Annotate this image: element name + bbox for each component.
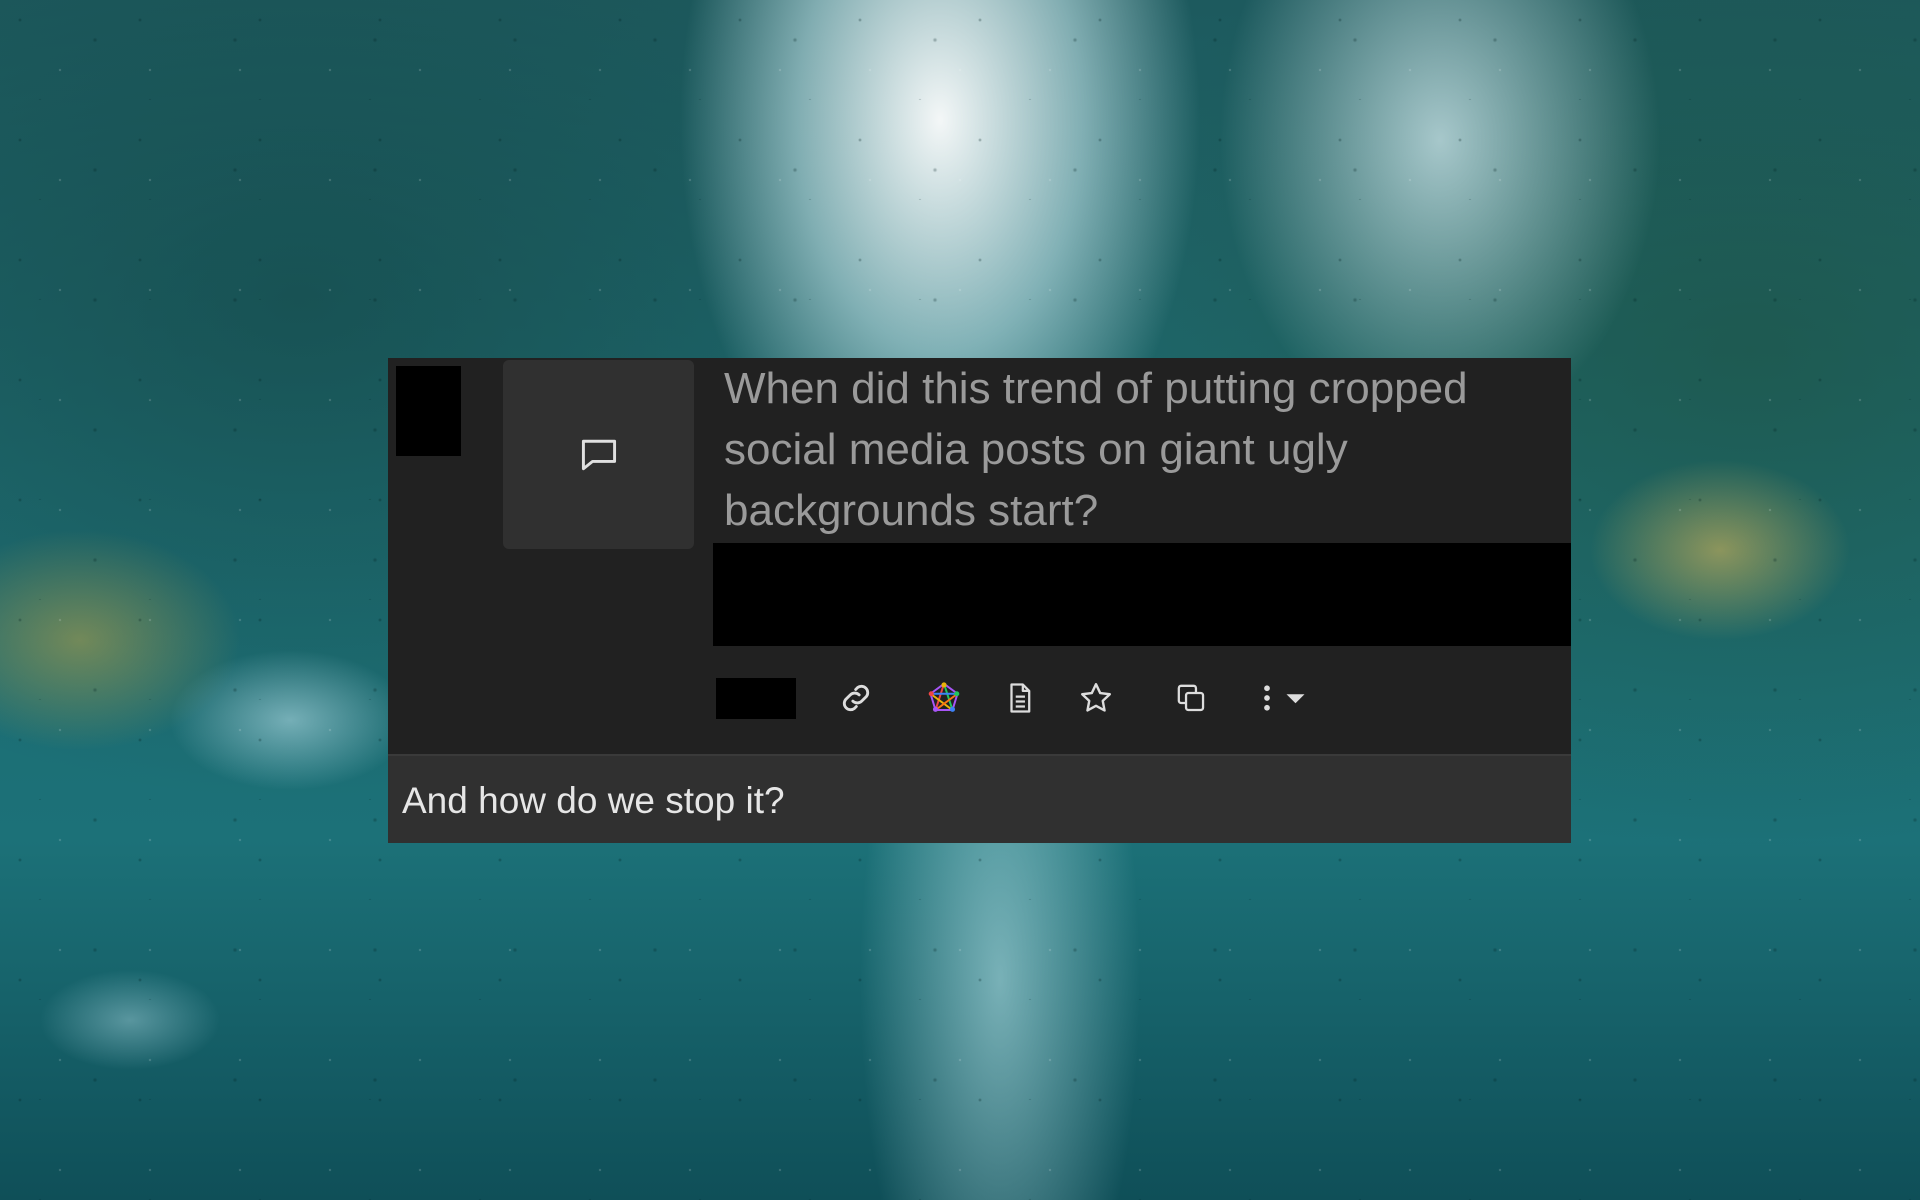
document-icon	[1010, 683, 1031, 713]
post-body-text: And how do we stop it?	[402, 780, 785, 821]
view-source-button[interactable]	[1000, 678, 1040, 718]
redacted-vote-area	[396, 366, 461, 456]
post-body: And how do we stop it?	[388, 756, 1571, 843]
link-button[interactable]	[836, 678, 876, 718]
crosspost-button[interactable]	[1171, 678, 1211, 718]
more-options-icon	[1264, 685, 1305, 711]
more-options-button[interactable]	[1261, 678, 1321, 718]
redacted-comments-count	[716, 677, 796, 719]
post-thumbnail[interactable]	[503, 360, 694, 549]
post-card: When did this trend of putting cropped s…	[388, 358, 1571, 843]
save-button[interactable]	[1076, 678, 1116, 718]
star-icon	[1081, 683, 1111, 712]
speech-bubble-icon	[581, 439, 616, 470]
redacted-post-metadata	[713, 543, 1571, 646]
fediverse-button[interactable]	[924, 678, 964, 718]
post-action-bar	[716, 668, 1321, 728]
link-icon	[842, 684, 870, 712]
copy-icon	[1177, 684, 1205, 712]
post-title[interactable]: When did this trend of putting cropped s…	[724, 358, 1564, 541]
fediverse-icon	[928, 682, 960, 712]
